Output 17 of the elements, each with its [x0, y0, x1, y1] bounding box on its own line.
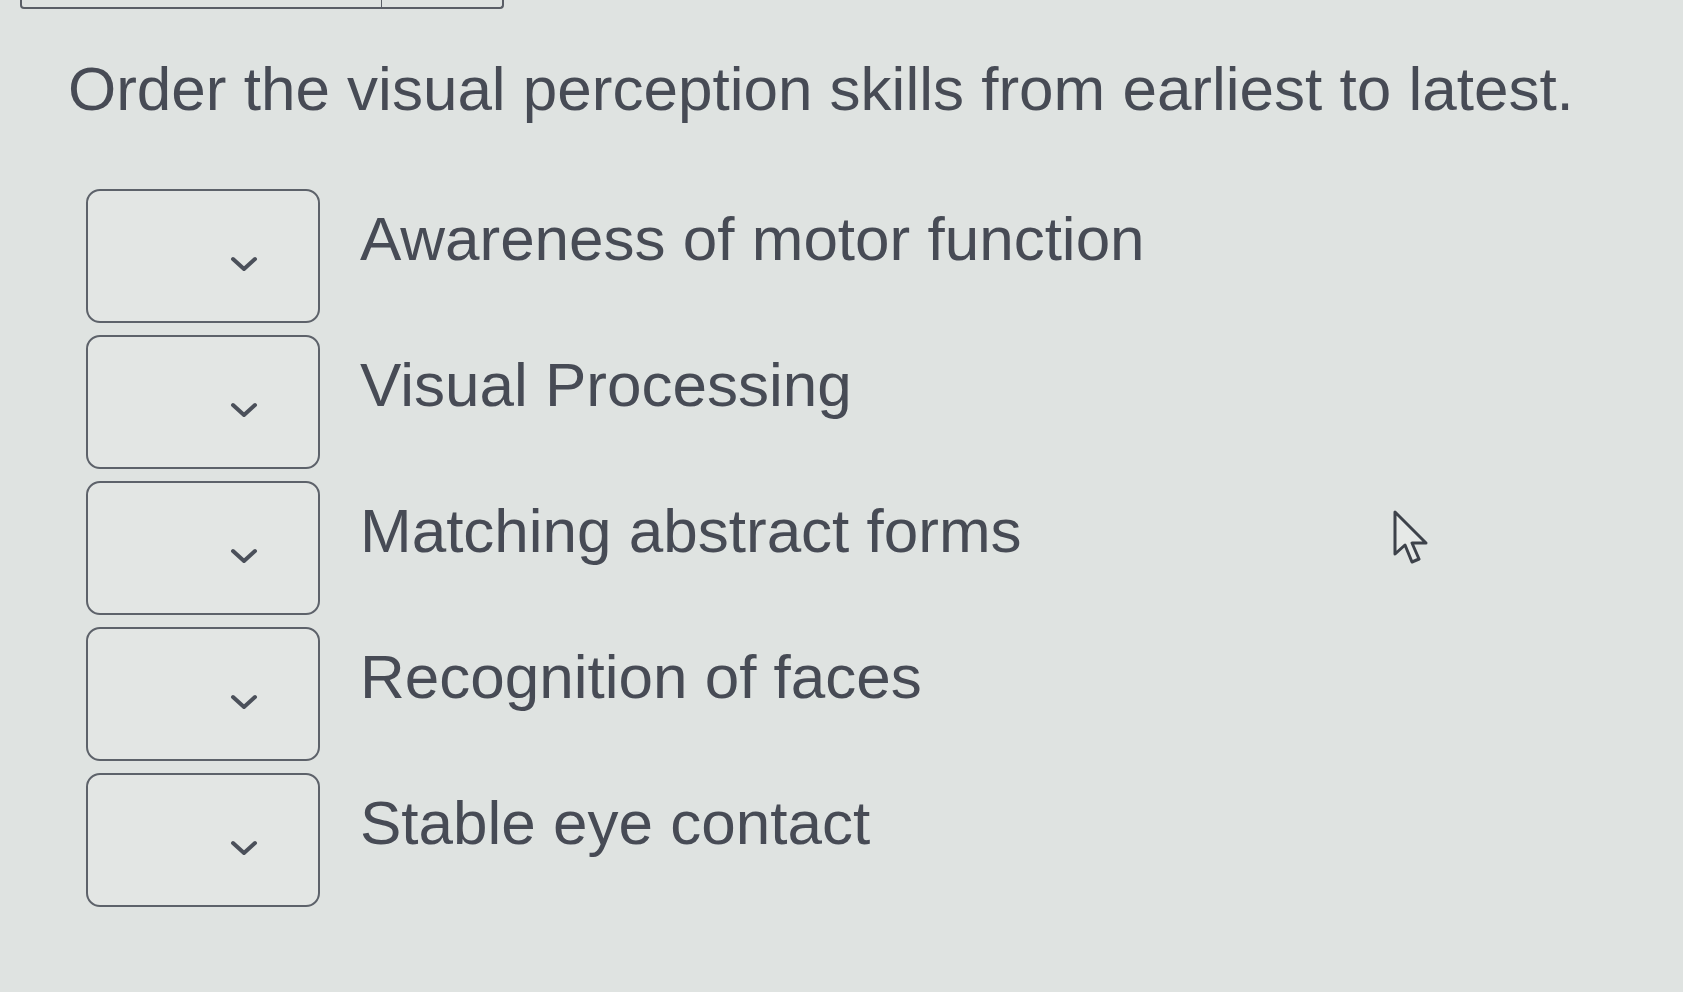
skill-label: Matching abstract forms: [360, 495, 1022, 567]
chevron-down-icon: [230, 256, 258, 272]
skill-label: Stable eye contact: [360, 787, 871, 859]
chevron-down-icon: [230, 548, 258, 564]
order-dropdown[interactable]: [86, 189, 320, 323]
skill-label: Visual Processing: [360, 349, 852, 421]
order-dropdown[interactable]: [86, 481, 320, 615]
question-prompt: Order the visual perception skills from earliest to latest.: [67, 53, 1575, 125]
order-dropdown[interactable]: [86, 773, 320, 907]
order-dropdown[interactable]: [86, 627, 320, 761]
chevron-down-icon: [230, 840, 258, 856]
mouse-pointer-icon: [1393, 510, 1429, 566]
order-dropdown[interactable]: [86, 335, 320, 469]
chevron-down-icon: [230, 402, 258, 418]
skill-label: Recognition of faces: [360, 641, 922, 713]
skill-label: Awareness of motor function: [360, 203, 1145, 275]
chevron-down-icon: [230, 694, 258, 710]
